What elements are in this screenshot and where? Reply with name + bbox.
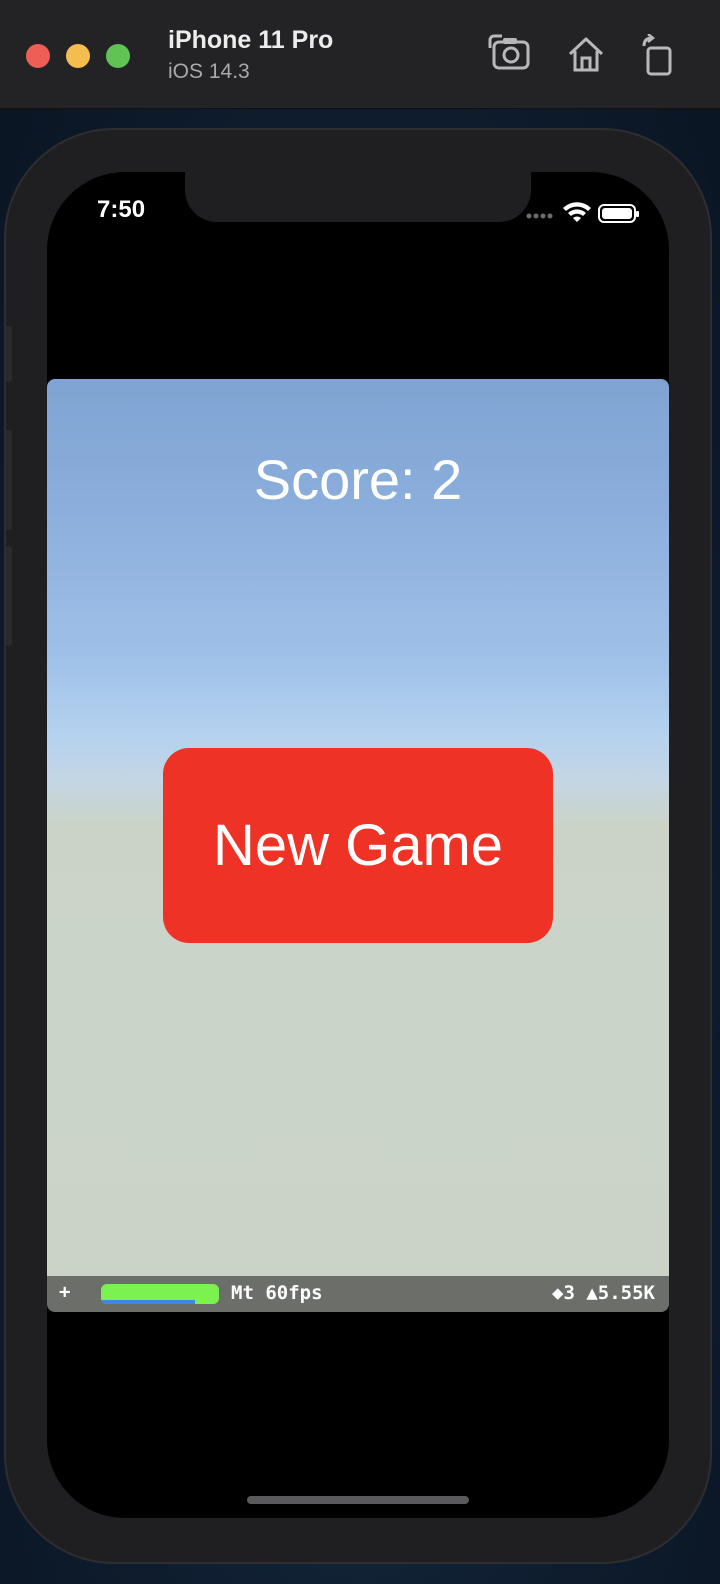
scenekit-stats-bar: + Mt 60fps ◆3 ▲5.55K [47,1276,669,1312]
cellular-dots-icon [526,213,553,219]
volume-up-button [6,430,12,530]
close-window-button[interactable] [26,44,50,68]
home-icon[interactable] [566,34,614,78]
fps-meter [101,1284,219,1304]
screenshot-icon[interactable] [488,34,536,78]
os-version: iOS 14.3 [168,60,250,83]
fps-text: Mt 60fps [231,1282,323,1304]
status-icons [525,202,645,223]
simulator-title-bar: iPhone 11 Pro iOS 14.3 [0,0,720,109]
score-label: Score: 2 [253,448,463,511]
stats-expand-button[interactable]: + [59,1281,70,1303]
volume-down-button [6,546,12,646]
phone-screen: 7:50 Score: 2 New Game + Mt 60fps ◆3 ▲5.… [47,172,669,1518]
mute-switch [6,326,12,382]
battery-icon [598,204,639,223]
fps-meter-sub [101,1300,196,1304]
zoom-window-button[interactable] [106,44,130,68]
wifi-icon [563,202,591,222]
notch [185,172,531,222]
rotate-icon[interactable] [638,33,686,78]
status-time: 7:50 [97,196,146,223]
device-name: iPhone 11 Pro [168,26,334,54]
new-game-button[interactable]: New Game [163,748,553,943]
minimize-window-button[interactable] [66,44,90,68]
game-view[interactable]: Score: 2 New Game [47,379,669,1311]
node-polygon-count: ◆3 ▲5.55K [552,1282,655,1304]
home-indicator[interactable] [247,1496,469,1504]
